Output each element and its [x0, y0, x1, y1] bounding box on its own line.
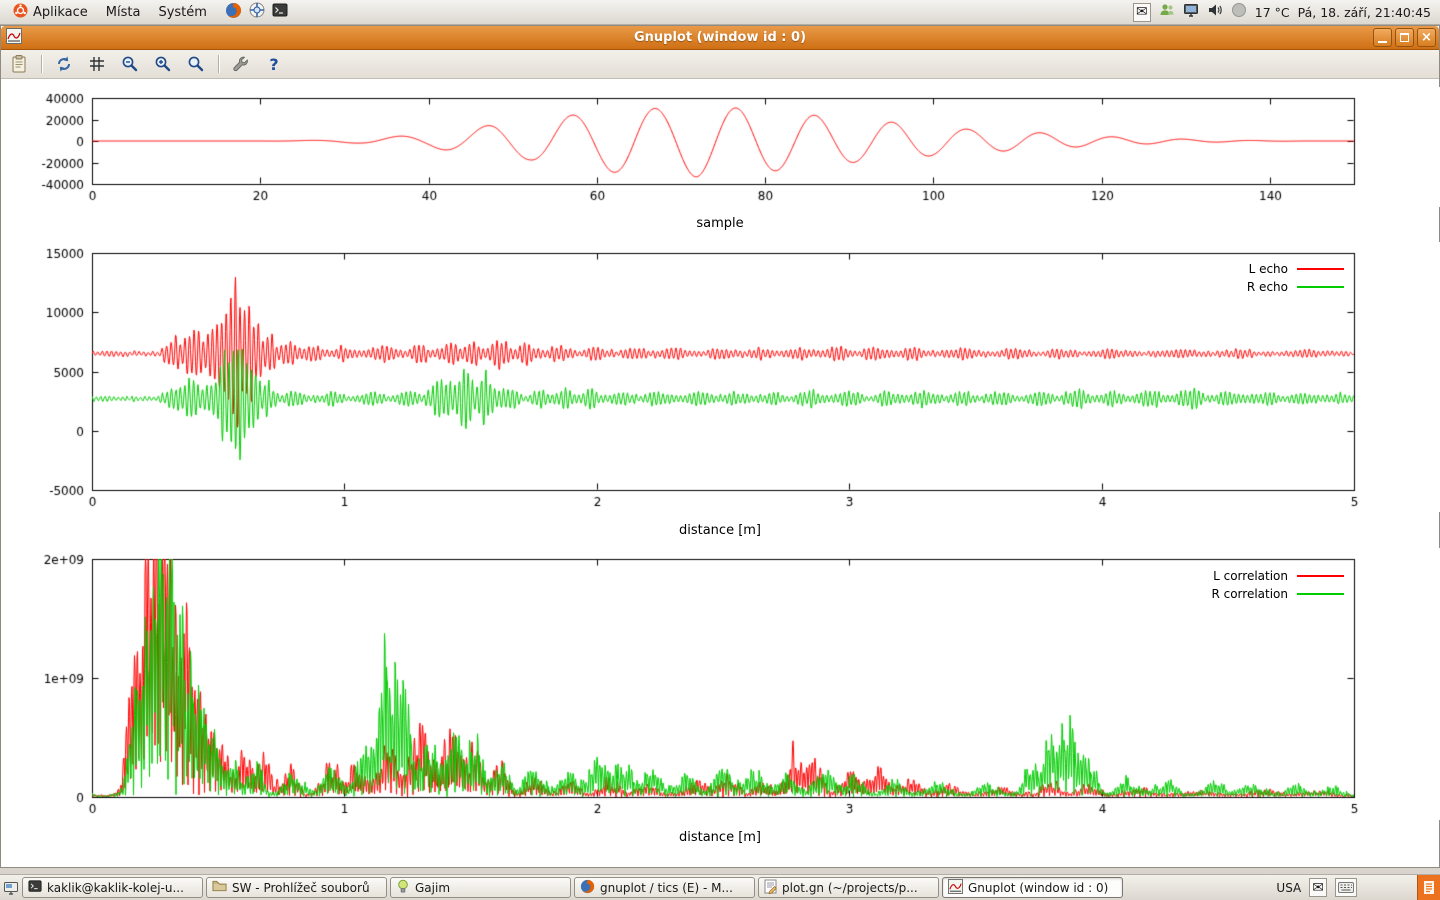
taskbar-item-gnuplot[interactable]: Gnuplot (window id : 0) — [942, 877, 1123, 898]
gajim-icon — [396, 879, 410, 896]
legend-entry: L correlation — [1211, 568, 1344, 583]
temperature-indicator[interactable]: 17 °C — [1255, 5, 1290, 20]
firefox-icon — [580, 879, 595, 897]
window-title: Gnuplot (window id : 0) — [1, 30, 1439, 45]
toolbar-separator — [218, 55, 219, 73]
taskbar-item-gajim[interactable]: Gajim — [390, 877, 571, 898]
users-icon[interactable] — [1159, 2, 1175, 22]
mail-tray-icon[interactable]: ✉ — [1309, 878, 1327, 897]
legend-entry: L echo — [1247, 261, 1344, 276]
file-manager-icon — [212, 879, 227, 896]
close-button[interactable]: × — [1417, 28, 1436, 47]
legend-entry: R echo — [1247, 279, 1344, 294]
taskbar-indicators: USA ✉ — [1276, 878, 1357, 897]
desktop: Aplikace Místa Systém ✉ 17 °C Pá, 18. zá… — [0, 0, 1440, 900]
volume-icon[interactable] — [1207, 2, 1223, 22]
autoscale-button[interactable] — [185, 53, 207, 75]
taskbar-item-label: kaklik@kaklik-kolej-u... — [47, 881, 184, 895]
toggle-grid-button[interactable] — [86, 53, 108, 75]
legend-label: R correlation — [1211, 587, 1288, 601]
menu-places-label: Místa — [106, 5, 141, 20]
legend-entry: R correlation — [1211, 586, 1344, 601]
panel-launchers — [225, 2, 288, 23]
maximize-icon — [1400, 33, 1409, 42]
window-buttons: × — [1373, 28, 1436, 47]
trash-applet[interactable] — [1417, 875, 1440, 900]
help-button[interactable]: ? — [263, 53, 285, 75]
plot1-canvas[interactable] — [2, 87, 1440, 207]
minimize-button[interactable] — [1373, 28, 1392, 47]
close-icon: × — [1421, 31, 1432, 44]
terminal-launcher-icon[interactable] — [272, 2, 288, 22]
legend-key-line — [1297, 575, 1344, 577]
plot2-canvas[interactable] — [2, 242, 1440, 512]
keyboard-icon[interactable] — [1335, 878, 1357, 897]
plot3-legend: L correlation R correlation — [1211, 568, 1344, 601]
terminal-icon — [28, 879, 42, 896]
clock[interactable]: Pá, 18. září, 21:40:45 — [1298, 5, 1431, 20]
taskbar-item-label: Gnuplot (window id : 0) — [968, 881, 1108, 895]
ubuntu-logo-icon — [13, 3, 28, 22]
menu-places[interactable]: Místa — [98, 1, 149, 24]
taskbar-item-label: plot.gn (~/projects/p... — [782, 881, 918, 895]
zoom-previous-button[interactable] — [119, 53, 141, 75]
zoom-next-button[interactable] — [152, 53, 174, 75]
maximize-button[interactable] — [1395, 28, 1414, 47]
taskbar: kaklik@kaklik-kolej-u... SW - Prohlížeč … — [0, 874, 1440, 900]
plot3-xlabel: distance [m] — [2, 830, 1438, 845]
taskbar-item-file-browser[interactable]: SW - Prohlížeč souborů — [206, 877, 387, 898]
legend-label: L correlation — [1213, 569, 1288, 583]
menu-system[interactable]: Systém — [150, 1, 214, 24]
taskbar-item-terminal[interactable]: kaklik@kaklik-kolej-u... — [22, 877, 203, 898]
display-icon[interactable] — [1183, 2, 1199, 22]
menu-system-label: Systém — [158, 5, 206, 20]
window-titlebar[interactable]: Gnuplot (window id : 0) × — [1, 26, 1439, 50]
replot-button[interactable] — [53, 53, 75, 75]
trash-icon — [1422, 880, 1436, 896]
legend-key-line — [1297, 593, 1344, 595]
firefox-launcher-icon[interactable] — [225, 2, 242, 23]
taskbar-item-firefox[interactable]: gnuplot / tics (E) - M... — [574, 877, 755, 898]
help-launcher-icon[interactable] — [249, 2, 265, 22]
copy-to-clipboard-button[interactable] — [8, 53, 30, 75]
toolbar-separator — [41, 55, 42, 73]
legend-label: R echo — [1247, 280, 1288, 294]
plot2-legend: L echo R echo — [1247, 261, 1344, 294]
legend-key-line — [1297, 268, 1344, 270]
gnuplot-toolbar: ? — [1, 50, 1439, 79]
menu-applications-label: Aplikace — [33, 5, 88, 20]
keyboard-layout-indicator[interactable]: USA — [1276, 881, 1301, 895]
settings-wrench-button[interactable] — [230, 53, 252, 75]
mail-notification-icon[interactable]: ✉ — [1133, 3, 1151, 22]
minimize-icon — [1378, 41, 1387, 43]
taskbar-item-label: Gajim — [415, 881, 450, 895]
text-editor-icon — [764, 879, 777, 897]
gnuplot-window: Gnuplot (window id : 0) × ? sample — [0, 25, 1440, 868]
plot1-xlabel: sample — [2, 216, 1438, 231]
taskbar-item-editor[interactable]: plot.gn (~/projects/p... — [758, 877, 939, 898]
weather-icon[interactable] — [1231, 2, 1247, 22]
menu-applications[interactable]: Aplikace — [5, 1, 96, 24]
panel-indicators: ✉ 17 °C Pá, 18. září, 21:40:45 — [1133, 2, 1435, 22]
plot2-xlabel: distance [m] — [2, 523, 1438, 538]
top-panel: Aplikace Místa Systém ✉ 17 °C Pá, 18. zá… — [0, 0, 1440, 25]
taskbar-item-label: SW - Prohlížeč souborů — [232, 881, 370, 895]
show-desktop-button[interactable] — [3, 880, 19, 896]
plot-surface: sample L echo R echo distance [m] L corr… — [2, 80, 1438, 866]
taskbar-item-label: gnuplot / tics (E) - M... — [600, 881, 733, 895]
gnuplot-icon — [948, 879, 963, 897]
legend-label: L echo — [1249, 262, 1288, 276]
legend-key-line — [1297, 286, 1344, 288]
